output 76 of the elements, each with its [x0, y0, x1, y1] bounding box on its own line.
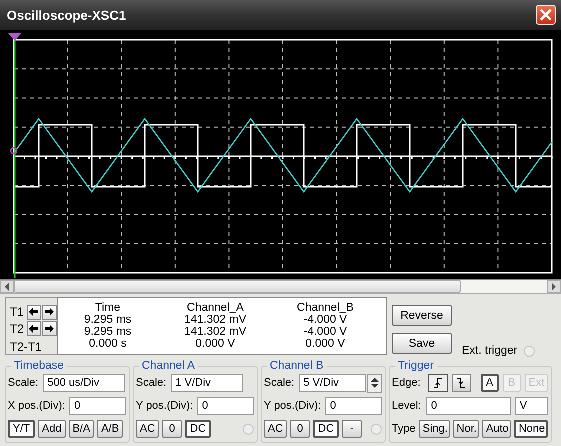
ext-trigger-label: Ext. trigger	[462, 345, 518, 357]
table-cell-text: 0.000 s	[88, 338, 128, 350]
table-cell-text: 9.295 ms	[83, 326, 133, 338]
cursor-marker-icon[interactable]	[8, 33, 22, 41]
scale-field[interactable]: 5 V/Div	[298, 374, 366, 392]
scroll-thumb[interactable]	[14, 280, 461, 293]
move-left-button[interactable]	[26, 321, 42, 336]
rising-edge-icon	[433, 378, 444, 388]
falling-edge-button[interactable]	[452, 374, 471, 392]
coupling-button[interactable]: DC	[313, 420, 340, 438]
field-label: Y pos.(Div):	[264, 400, 322, 412]
field-label: Edge:	[392, 377, 422, 389]
table-cell-text: 0.000 V	[304, 338, 346, 350]
coupling-button[interactable]: 0	[290, 420, 310, 438]
scale-field[interactable]: 500 us/Div	[42, 374, 125, 392]
level-field[interactable]: 0	[426, 397, 511, 415]
coupling-button[interactable]: AC	[264, 420, 288, 438]
field-label: X pos.(Div):	[8, 400, 66, 412]
position-field[interactable]: 0	[197, 397, 254, 415]
group-title: Timebase	[13, 360, 66, 372]
move-right-button[interactable]	[42, 304, 57, 320]
source-button[interactable]: A	[480, 374, 499, 392]
coupling-button[interactable]: AC	[136, 420, 160, 438]
mode-button[interactable]: Add	[38, 420, 66, 438]
cursor-label: T2-T1	[10, 340, 44, 354]
trigger-type-button[interactable]: Nor.	[452, 420, 480, 438]
position-field[interactable]: 0	[69, 397, 126, 415]
table-cell-text: -4.000 V	[302, 326, 348, 338]
table-cell-text: 141.302 mV	[183, 326, 248, 338]
scroll-right-icon[interactable]	[547, 280, 561, 293]
field-label: Scale:	[136, 377, 167, 389]
trigger-type-button[interactable]: Auto	[482, 420, 511, 438]
field-label: Type	[392, 423, 416, 435]
mode-button[interactable]: B/A	[68, 420, 94, 438]
ext-trigger-radio[interactable]	[524, 346, 535, 356]
table-cell-text: 0.000 V	[194, 338, 236, 350]
channel-radio[interactable]	[243, 424, 254, 434]
table-cell-text: 141.302 mV	[183, 314, 248, 326]
cursor-label: T1	[10, 305, 26, 320]
column-header: Channel_B	[296, 302, 355, 314]
position-field[interactable]: 0	[325, 397, 382, 415]
move-left-button[interactable]	[26, 304, 42, 320]
channel-radio[interactable]	[371, 424, 382, 434]
save-button[interactable]: Save	[392, 333, 452, 354]
group-title: Channel B	[269, 360, 325, 372]
column-header: Time	[94, 302, 122, 314]
trigger-type-button[interactable]: Sing.	[418, 420, 450, 438]
field-label: Y pos.(Div):	[136, 400, 194, 412]
field-label: Level:	[392, 400, 422, 412]
coupling-button[interactable]: 0	[162, 420, 182, 438]
scale-field[interactable]: 1 V/Div	[170, 374, 243, 392]
spinner-icon[interactable]	[367, 374, 382, 392]
horizontal-scrollbar[interactable]	[0, 279, 561, 294]
mode-button[interactable]: A/B	[97, 420, 124, 438]
group-title: Channel A	[141, 360, 196, 372]
group-title: Trigger	[397, 360, 435, 372]
falling-edge-icon	[456, 378, 466, 388]
close-button[interactable]	[536, 5, 556, 25]
rising-edge-button[interactable]	[428, 374, 448, 392]
move-right-button[interactable]	[42, 321, 57, 336]
close-icon	[540, 9, 552, 21]
cursor-label: T2	[10, 322, 26, 336]
trigger-type-button[interactable]: None	[514, 420, 548, 438]
window-title: Oscilloscope-XSC1	[7, 8, 126, 22]
coupling-button[interactable]: DC	[185, 420, 212, 438]
scroll-left-icon[interactable]	[0, 280, 14, 293]
invert-button[interactable]: -	[342, 420, 362, 438]
column-header: Channel_A	[186, 302, 245, 314]
unit-field[interactable]: V	[514, 397, 548, 415]
table-cell-text: -4.000 V	[302, 314, 348, 326]
trigger-marker-icon	[10, 147, 18, 155]
field-label: Scale:	[8, 377, 39, 389]
reverse-button[interactable]: Reverse	[392, 305, 452, 326]
table-cell-text: 9.295 ms	[83, 314, 133, 326]
mode-button[interactable]: Y/T	[8, 420, 36, 438]
field-label: Scale:	[264, 377, 295, 389]
